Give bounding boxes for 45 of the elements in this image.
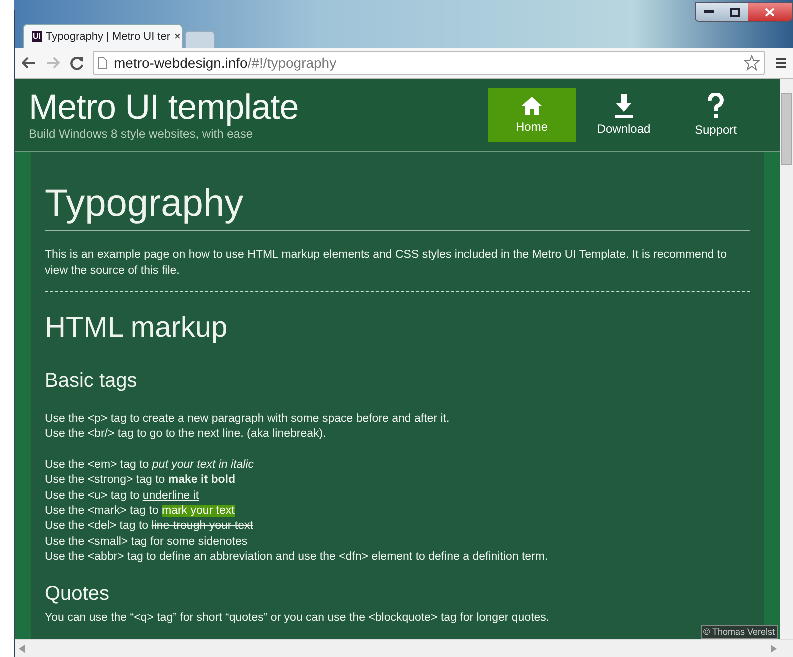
nav-item[interactable]: Download [580, 88, 668, 142]
page-icon [98, 56, 108, 70]
site-title: Metro UI template [29, 89, 299, 127]
address-bar[interactable]: metro-webdesign.info/#!/typography [93, 51, 765, 75]
text-line: Use the <br/> tag to go to the next line. (aka linebreak). [45, 427, 328, 442]
url-text: metro-webdesign.info/#!/typography [114, 55, 337, 71]
nav-item[interactable]: Support [672, 88, 760, 142]
help-icon [707, 93, 725, 119]
subsection-heading: Basic tags [45, 369, 138, 394]
scroll-left-icon[interactable] [19, 644, 25, 652]
horizontal-scrollbar[interactable] [15, 639, 793, 657]
download-icon [613, 94, 635, 118]
maximize-icon [730, 8, 740, 16]
intro-paragraph: This is an example page on how to use HTML markup elements and CSS styles included in the Metro UI Template. It is recommend to view the source of this file. [45, 248, 728, 279]
nav-item[interactable]: Home [488, 88, 576, 142]
favicon-icon: UI [32, 31, 42, 42]
text-line: Use the <u> tag to underline it [45, 488, 200, 504]
tab-close-button[interactable]: × [174, 30, 181, 42]
text-line: Use the <p> tag to create a new paragraph with some space before and after it. [45, 412, 451, 427]
text-line: Use the <del> tag to line-trough your text [45, 519, 254, 534]
minimize-icon [704, 10, 714, 14]
page-heading: Typography [45, 182, 750, 231]
star-icon[interactable] [744, 55, 760, 71]
text-line: Use the <em> tag to put your text in italic [45, 458, 256, 473]
vertical-scrollbar[interactable] [780, 79, 793, 639]
text-line: Use the <strong> tag to make it bold [45, 473, 236, 488]
section-heading: HTML markup [45, 311, 229, 346]
text-line: You can use the “<q> tag” for short “quotes” or you can use the <blockquote> tag for longer quotes. [45, 610, 551, 626]
subsection-heading: Quotes [45, 582, 110, 607]
browser-tab[interactable]: UI Typography | Metro UI ter × [23, 24, 183, 48]
tab-title: Typography | Metro UI ter [46, 30, 171, 42]
credit-label: © Thomas Verelst [700, 625, 778, 639]
text-line: Use the <abbr> tag to define an abbreviation and use the <dfn> element to define a definition term. [45, 550, 550, 566]
scroll-right-icon[interactable] [771, 644, 777, 652]
home-icon [521, 96, 543, 116]
menu-button[interactable] [773, 55, 789, 71]
close-button[interactable] [748, 3, 792, 21]
text-line: Use the <small> tag for some sidenotes [45, 534, 249, 550]
reload-button[interactable] [69, 55, 85, 71]
site-subtitle: Build Windows 8 style websites, with ease [29, 127, 254, 141]
back-button[interactable] [21, 55, 37, 71]
text-line: Use the <mark> tag to mark your text [45, 504, 236, 520]
minimize-button[interactable] [696, 3, 722, 21]
maximize-button[interactable] [722, 3, 748, 21]
close-icon [765, 8, 775, 16]
